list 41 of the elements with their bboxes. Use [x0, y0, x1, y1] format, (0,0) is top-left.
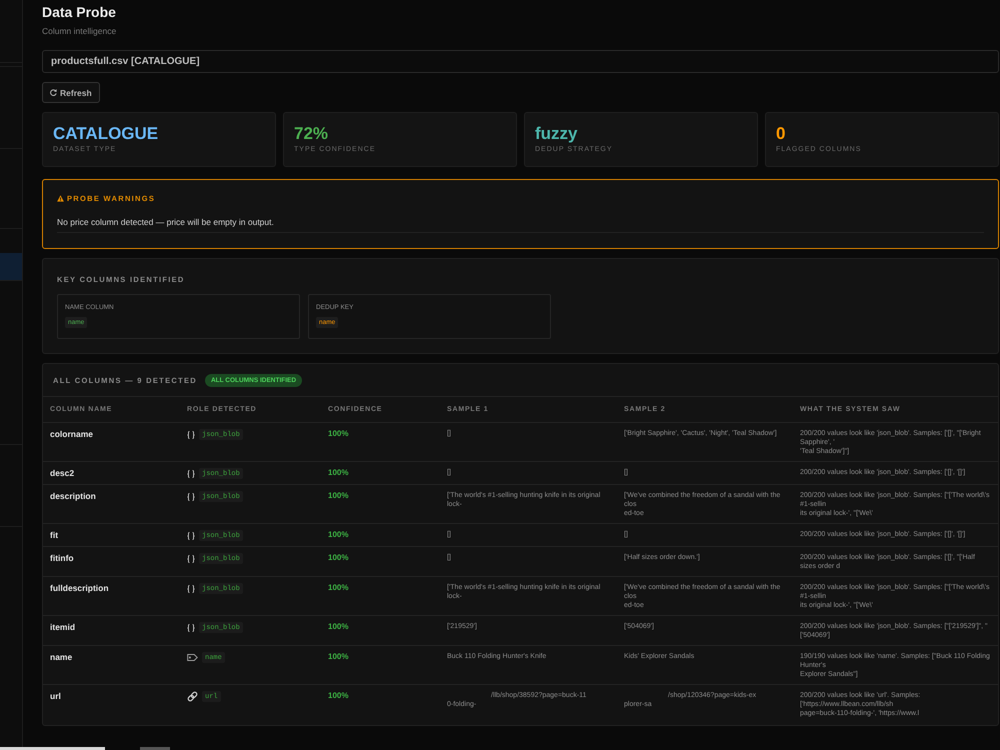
page-title: Data Probe [42, 4, 116, 21]
stat-value: fuzzy [535, 124, 578, 144]
tag-icon [187, 654, 198, 661]
confidence-value: 100% [328, 652, 348, 662]
braces-icon [187, 622, 195, 632]
braces-icon [187, 492, 195, 502]
confidence-value: 100% [328, 429, 348, 439]
braces-icon [187, 554, 195, 564]
confidence-value: 100% [328, 583, 348, 593]
link-icon [187, 691, 198, 702]
column-name: url [50, 691, 61, 701]
confidence-value: 100% [328, 491, 348, 501]
column-name: desc2 [50, 468, 74, 478]
confidence-value: 100% [328, 622, 348, 632]
column-name: fulldescription [50, 583, 109, 593]
refresh-button[interactable]: Refresh [42, 82, 100, 103]
confidence-value: 100% [328, 468, 348, 478]
confidence-value: 100% [328, 553, 348, 563]
page-subtitle: Column intelligence [42, 26, 116, 36]
column-name: name [50, 652, 72, 662]
warning-icon [57, 195, 64, 202]
scrollbar-thumb[interactable] [140, 747, 170, 750]
confidence-value: 100% [328, 691, 348, 701]
column-name: fitinfo [50, 553, 74, 563]
file-select[interactable]: productsfull.csv [CATALOGUE] [42, 50, 999, 73]
warning-message: No price column detected — price will be empty in output. [57, 217, 984, 233]
braces-icon [187, 530, 195, 540]
stat-value: 72% [294, 124, 328, 144]
braces-icon [187, 430, 195, 440]
refresh-icon [50, 89, 57, 96]
braces-icon [187, 468, 195, 478]
column-name: colorname [50, 429, 93, 439]
stat-value: CATALOGUE [53, 124, 158, 144]
scrollbar-thumb[interactable] [0, 747, 105, 750]
column-name: description [50, 491, 96, 501]
sidebar-item[interactable] [0, 253, 22, 280]
column-name: itemid [50, 622, 76, 632]
column-name: fit [50, 530, 58, 540]
stat-value: 0 [776, 124, 786, 144]
confidence-value: 100% [328, 530, 348, 540]
braces-icon [187, 584, 195, 594]
